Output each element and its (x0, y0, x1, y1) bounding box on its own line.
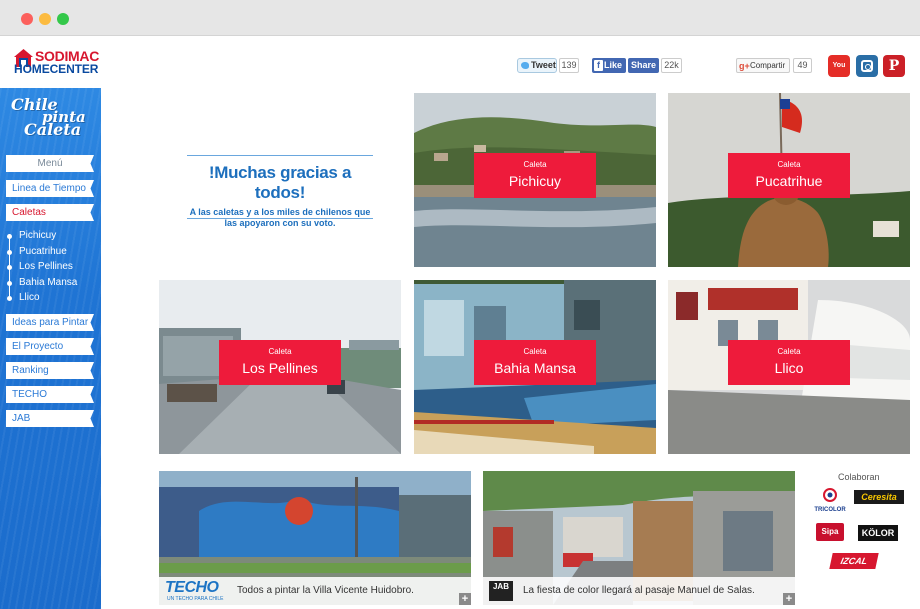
google-plus-share-button[interactable]: g+ Compartir (736, 58, 790, 73)
facebook-like-button[interactable]: f Like (592, 58, 626, 73)
caleta-name: Los Pellines (242, 360, 318, 376)
facebook-count: 22k (661, 58, 682, 73)
thank-you-headline: !Muchas gracias a todos! (208, 163, 352, 202)
tweet-count: 139 (559, 58, 579, 73)
caleta-label: Caleta Llico (728, 340, 850, 385)
feature-caption-bar: TECHO UN TECHO PARA CHILE Todos a pintar… (159, 577, 471, 605)
maximize-window-button[interactable] (57, 13, 69, 25)
google-plus-icon: g+ (739, 61, 750, 71)
thank-you-body: A las caletas y a los miles de chilenos … (189, 207, 371, 228)
caleta-name: Pucatrihue (755, 173, 823, 189)
sodimac-logo[interactable]: SODIMAC HOMECENTER (14, 48, 112, 78)
submenu-dot (7, 281, 12, 286)
caleta-tile-los-pellines[interactable]: Caleta Los Pellines (159, 280, 401, 454)
youtube-icon[interactable]: You Tube (828, 55, 850, 91)
caleta-tile-pichicuy[interactable]: Caleta Pichicuy (414, 93, 656, 267)
caleta-kind: Caleta (777, 347, 801, 356)
ceresita-logo[interactable]: Ceresita (854, 490, 904, 504)
twitter-bird-icon (521, 62, 529, 69)
submenu-item-bahia-mansa[interactable]: Bahia Mansa (19, 277, 77, 289)
thank-you-message: !Muchas gracias a todos! A las caletas y… (187, 155, 373, 228)
submenu-dot (7, 234, 12, 239)
facebook-share-button[interactable]: Share (628, 58, 659, 73)
sidebar-item-el-proyecto[interactable]: El Proyecto (6, 338, 94, 355)
feature-caption: La fiesta de color llegará al pasaje Man… (523, 585, 755, 596)
submenu-dot (7, 296, 12, 301)
submenu-item-llico[interactable]: Llico (19, 292, 40, 304)
sidebar: Chile pinta Caleta Menú Linea de Tiempo … (0, 88, 101, 609)
feature-caption: Todos a pintar la Villa Vicente Huidobro… (237, 585, 414, 596)
caleta-name: Bahia Mansa (494, 360, 576, 376)
gplus-label: Compartir (750, 61, 786, 70)
facebook-icon: f (594, 60, 603, 71)
menu-header: Menú (6, 155, 94, 172)
sidebar-item-techo[interactable]: TECHO (6, 386, 94, 403)
feature-caption-bar: JAB La fiesta de color llegará al pasaje… (483, 577, 795, 605)
kolor-logo[interactable]: KÖLOR (858, 525, 898, 541)
techo-logo: TECHO (165, 579, 219, 596)
caleta-tile-llico[interactable]: Caleta Llico (668, 280, 910, 454)
sidebar-item-linea-de-tiempo[interactable]: Linea de Tiempo (6, 180, 94, 197)
caleta-label: Caleta Pucatrihue (728, 153, 850, 198)
tricolor-emblem-icon (823, 488, 837, 502)
close-window-button[interactable] (21, 13, 33, 25)
caleta-kind: Caleta (268, 347, 292, 356)
caleta-tile-pucatrihue[interactable]: Caleta Pucatrihue (668, 93, 910, 267)
fb-like-label: Like (604, 60, 623, 70)
tricolor-logo[interactable]: TRICOLOR (813, 488, 847, 513)
jab-logo: JAB (489, 581, 513, 601)
sidebar-item-jab[interactable]: JAB (6, 410, 94, 427)
camera-glyph (861, 60, 873, 72)
google-plus-count: 49 (793, 58, 812, 73)
tricolor-text: TRICOLOR (814, 507, 846, 513)
caleta-kind: Caleta (523, 347, 547, 356)
tweet-label: Tweet (531, 60, 556, 70)
submenu-item-los-pellines[interactable]: Los Pellines (19, 261, 73, 273)
logo-text-homecenter: HOMECENTER (14, 62, 99, 76)
submenu-item-pichicuy[interactable]: Pichicuy (19, 230, 56, 242)
caleta-kind: Caleta (777, 160, 801, 169)
caleta-label: Caleta Bahia Mansa (474, 340, 596, 385)
feature-card-techo[interactable]: TECHO UN TECHO PARA CHILE Todos a pintar… (159, 471, 471, 605)
pinterest-icon[interactable]: P (883, 55, 905, 77)
collaborators-title: Colaboran (838, 472, 880, 482)
sidebar-item-ranking[interactable]: Ranking (6, 362, 94, 379)
caleta-tile-bahia-mansa[interactable]: Caleta Bahia Mansa (414, 280, 656, 454)
izcal-logo[interactable]: IZCAL (829, 553, 879, 569)
sipa-logo[interactable]: Sipa (816, 523, 844, 541)
techo-logo-subtitle: UN TECHO PARA CHILE (167, 596, 224, 602)
chile-pinta-caleta-logo[interactable]: Chile pinta Caleta (8, 92, 100, 144)
brand-word-3: Caleta (24, 120, 82, 139)
caleta-kind: Caleta (523, 160, 547, 169)
caleta-label: Caleta Los Pellines (219, 340, 341, 385)
instagram-icon[interactable] (856, 55, 878, 77)
caleta-label: Caleta Pichicuy (474, 153, 596, 198)
sidebar-item-caletas[interactable]: Caletas (6, 204, 94, 221)
feature-card-jab[interactable]: JAB La fiesta de color llegará al pasaje… (483, 471, 795, 605)
browser-titlebar (0, 0, 920, 36)
submenu-dot (7, 250, 12, 255)
minimize-window-button[interactable] (39, 13, 51, 25)
submenu-dot (7, 265, 12, 270)
caleta-name: Llico (774, 360, 804, 376)
submenu-item-pucatrihue[interactable]: Pucatrihue (19, 246, 67, 258)
expand-plus-icon[interactable]: + (783, 593, 795, 605)
tweet-button[interactable]: Tweet (517, 58, 557, 73)
caleta-name: Pichicuy (508, 173, 562, 189)
sidebar-item-ideas-para-pintar[interactable]: Ideas para Pintar (6, 314, 94, 331)
expand-plus-icon[interactable]: + (459, 593, 471, 605)
